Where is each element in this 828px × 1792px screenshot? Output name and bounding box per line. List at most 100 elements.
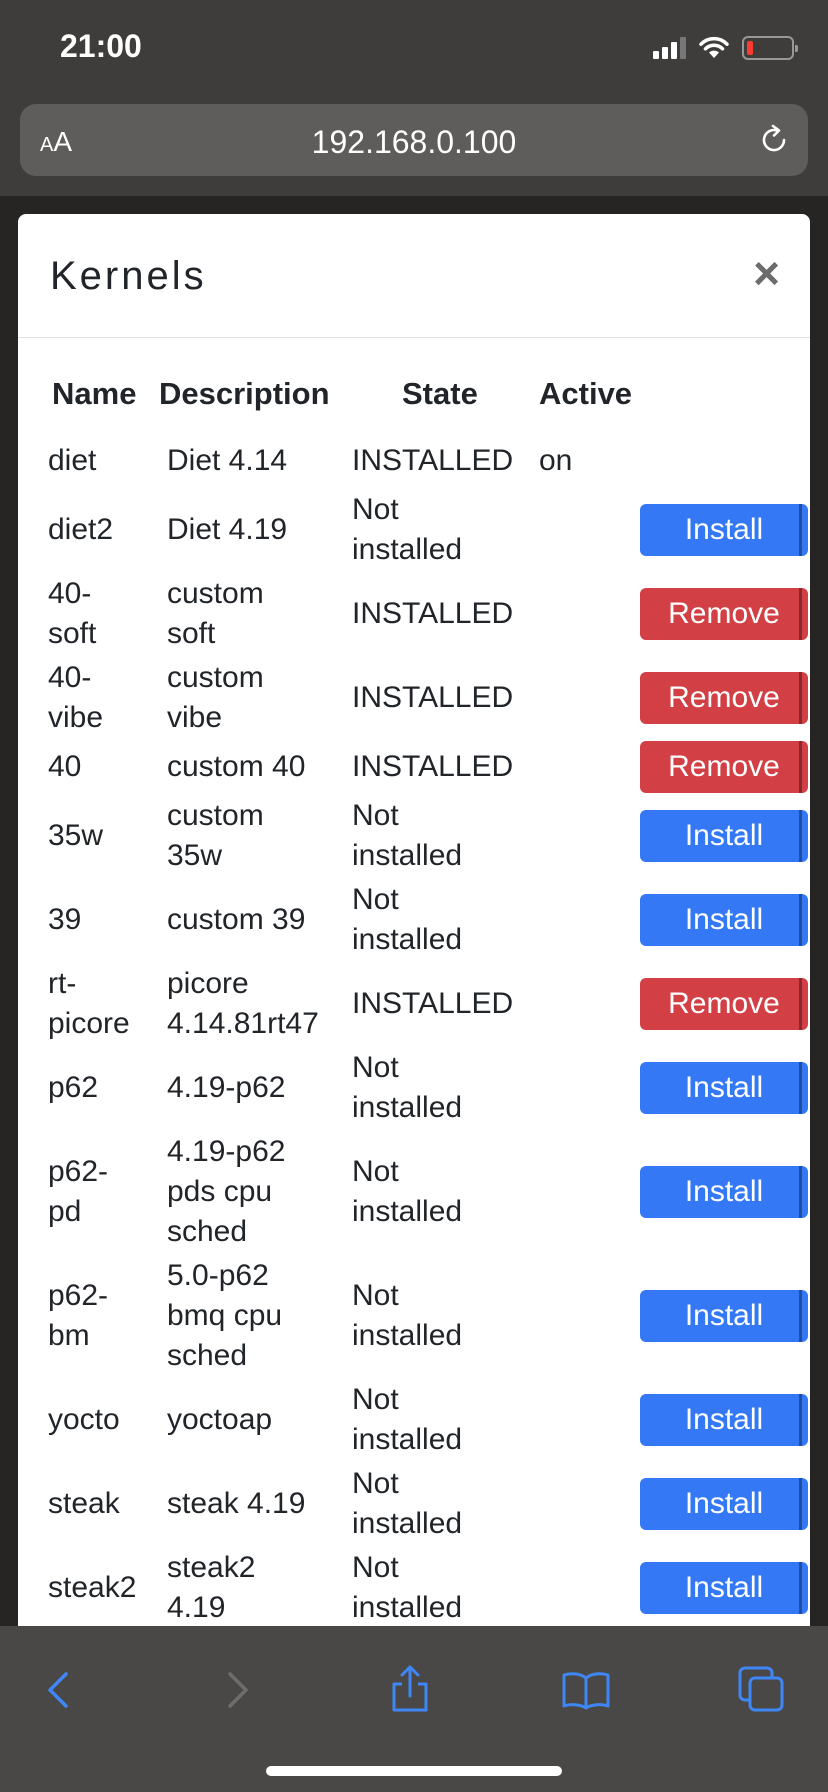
status-bar: 21:00 <box>0 0 828 96</box>
cell-desc: steak2 <box>167 1551 256 1584</box>
table-row: 35w custom 35w Not installed Install <box>18 794 810 878</box>
cell-state: Not <box>352 1279 399 1312</box>
table-row: 40- vibe custom vibe INSTALLED Remove <box>18 656 810 740</box>
table-row: 40 custom 40 INSTALLED Remove <box>18 740 810 794</box>
back-icon[interactable] <box>32 1662 88 1718</box>
book-icon[interactable] <box>558 1662 614 1718</box>
address-bar[interactable]: AA 192.168.0.100 <box>20 104 808 176</box>
install-button[interactable]: Install <box>640 1478 808 1530</box>
cell-desc: 4.19 <box>167 1591 226 1624</box>
cell-name: 39 <box>48 903 82 936</box>
install-button[interactable]: Install <box>640 1166 808 1218</box>
share-icon[interactable] <box>382 1662 438 1718</box>
table-row: 39 custom 39 Not installed Install <box>18 878 810 962</box>
cell-desc: vibe <box>167 701 223 734</box>
cell-state: Not <box>352 1467 399 1500</box>
url-text[interactable]: 192.168.0.100 <box>20 124 808 161</box>
cell-name: p62 <box>48 1071 99 1104</box>
cell-name: 40- <box>48 577 92 610</box>
cell-desc: sched <box>167 1215 248 1248</box>
cell-desc: custom <box>167 799 264 832</box>
cell-desc: yoctoap <box>167 1403 273 1436</box>
cell-desc: 4.14.81rt47 <box>167 1007 319 1040</box>
cell-name: steak2 <box>48 1571 137 1604</box>
cell-name: bm <box>48 1319 90 1352</box>
cell-name: soft <box>48 617 97 650</box>
cell-state: installed <box>352 1195 463 1228</box>
cell-state: Not <box>352 493 399 526</box>
cell-state: installed <box>352 1423 463 1456</box>
cell-desc: custom <box>167 577 264 610</box>
cell-desc: custom 39 <box>167 903 306 936</box>
cell-desc: custom <box>167 661 264 694</box>
reload-icon[interactable] <box>756 122 792 158</box>
modal-header: Kernels × <box>18 214 810 338</box>
cell-name: p62- <box>48 1279 109 1312</box>
cellular-signal-icon <box>653 37 686 59</box>
browser-toolbar <box>0 1626 828 1792</box>
table-body: diet Diet 4.14 INSTALLED on diet2 Diet 4.19 No… <box>18 434 810 1634</box>
cell-state: installed <box>352 923 463 956</box>
install-button[interactable]: Install <box>640 1562 808 1614</box>
table-row: steak steak 4.19 Not installed Install <box>18 1462 810 1546</box>
cell-desc: steak 4.19 <box>167 1487 306 1520</box>
cell-name: vibe <box>48 701 104 734</box>
cell-name: steak <box>48 1487 120 1520</box>
table-row: diet2 Diet 4.19 Not installed Install <box>18 488 810 572</box>
cell-active: on <box>539 444 573 477</box>
cell-state: Not <box>352 799 399 832</box>
cell-state: installed <box>352 1591 463 1624</box>
cell-desc: Diet 4.14 <box>167 444 288 477</box>
table-row: p62- bm 5.0-p62 bmq cpu sched Not installed Ins… <box>18 1254 810 1378</box>
cell-desc: bmq cpu <box>167 1299 283 1332</box>
tabs-icon[interactable] <box>734 1662 790 1718</box>
cell-state: Not <box>352 1051 399 1084</box>
cell-state: INSTALLED <box>352 444 514 477</box>
table-row: p62 4.19-p62 Not installed Install <box>18 1046 810 1130</box>
cell-state: Not <box>352 1551 399 1584</box>
forward-icon[interactable] <box>208 1662 264 1718</box>
header-state: State <box>402 376 478 411</box>
cell-desc: 5.0-p62 <box>167 1259 269 1292</box>
install-button[interactable]: Install <box>640 1290 808 1342</box>
cell-name: rt- <box>48 967 77 1000</box>
cell-state: INSTALLED <box>352 681 514 714</box>
remove-button[interactable]: Remove <box>640 588 808 640</box>
install-button[interactable]: Install <box>640 810 808 862</box>
kernels-table: Name Description State Active diet Diet 4… <box>18 338 810 1634</box>
cell-name: p62- <box>48 1155 109 1188</box>
home-indicator[interactable] <box>266 1766 562 1776</box>
install-button[interactable]: Install <box>640 1394 808 1446</box>
install-button[interactable]: Install <box>640 504 808 556</box>
cell-state: installed <box>352 1091 463 1124</box>
cell-desc: 35w <box>167 839 223 872</box>
close-icon[interactable]: × <box>753 250 780 296</box>
table-row: rt-picore picore 4.14.81rt47 INSTALLED Remov… <box>18 962 810 1046</box>
cell-desc: sched <box>167 1339 248 1372</box>
cell-name: pd <box>48 1195 82 1228</box>
cell-state: Not <box>352 1155 399 1188</box>
install-button[interactable]: Install <box>640 894 808 946</box>
cell-name: picore <box>48 1007 130 1040</box>
remove-button[interactable]: Remove <box>640 978 808 1030</box>
status-time: 21:00 <box>60 28 142 64</box>
header-active: Active <box>539 376 633 411</box>
cell-name: yocto <box>48 1403 120 1436</box>
cell-name: 40- <box>48 661 92 694</box>
cell-name: 35w <box>48 819 104 852</box>
wifi-icon <box>699 36 729 58</box>
table-row: yocto yoctoap Not installed Install <box>18 1378 810 1462</box>
remove-button[interactable]: Remove <box>640 672 808 724</box>
cell-name: diet <box>48 444 97 477</box>
cell-state: installed <box>352 1319 463 1352</box>
cell-desc: custom 40 <box>167 750 306 783</box>
remove-button[interactable]: Remove <box>640 741 808 793</box>
cell-desc: picore <box>167 967 249 1000</box>
cell-state: installed <box>352 1507 463 1540</box>
install-button[interactable]: Install <box>640 1062 808 1114</box>
table-row: 40- soft custom soft INSTALLED Remove <box>18 572 810 656</box>
cell-name: 40 <box>48 750 82 783</box>
cell-desc: soft <box>167 617 216 650</box>
cell-state: INSTALLED <box>352 987 514 1020</box>
header-description: Description <box>159 376 330 411</box>
